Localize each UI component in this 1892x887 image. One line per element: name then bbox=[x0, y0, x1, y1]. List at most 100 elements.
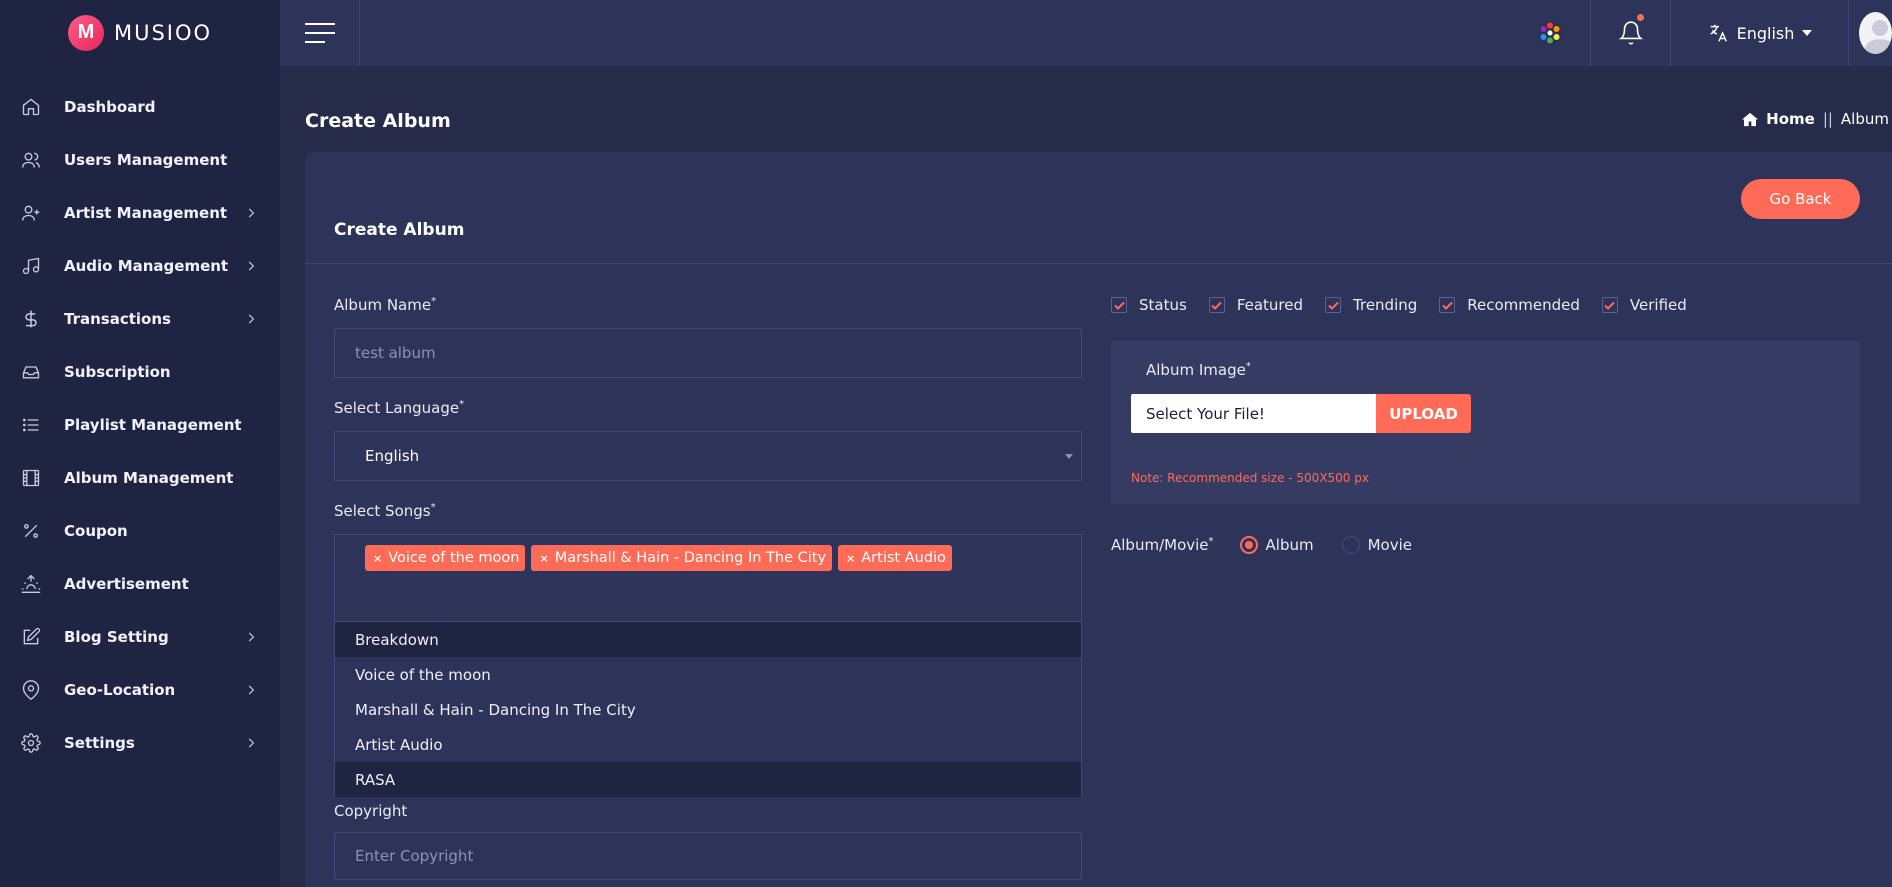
checkbox-box bbox=[1111, 297, 1127, 313]
go-back-button[interactable]: Go Back bbox=[1741, 179, 1860, 219]
sidebar-item-settings[interactable]: Settings bbox=[0, 716, 280, 769]
language-label: English bbox=[1736, 23, 1795, 43]
dropdown-option[interactable]: RASA bbox=[335, 762, 1081, 797]
songs-label-text: Select Songs bbox=[334, 502, 431, 520]
featured-checkbox[interactable]: Featured bbox=[1208, 296, 1303, 314]
language-select[interactable]: English bbox=[334, 431, 1082, 481]
list-icon bbox=[20, 414, 42, 436]
card-header: Create Album Go Back bbox=[305, 152, 1892, 264]
radio-label: Movie bbox=[1367, 536, 1412, 554]
user-menu[interactable] bbox=[1848, 0, 1892, 66]
chevron-right-icon bbox=[248, 261, 255, 270]
chevron-right-icon bbox=[248, 314, 255, 323]
hamburger-icon bbox=[304, 23, 335, 43]
upload-button[interactable]: UPLOAD bbox=[1376, 394, 1471, 433]
edit-icon bbox=[20, 626, 42, 648]
required-mark: * bbox=[1208, 536, 1214, 547]
flag-checkboxes: Status Featured Trending Recommended Ver… bbox=[1111, 296, 1709, 314]
chip-remove-icon[interactable]: × bbox=[846, 552, 855, 565]
sidebar-item-transactions[interactable]: Transactions bbox=[0, 292, 280, 345]
checkbox-label: Trending bbox=[1353, 296, 1418, 314]
dropdown-option[interactable]: Marshall & Hain - Dancing In The City bbox=[335, 692, 1081, 727]
sidebar-item-playlist-management[interactable]: Playlist Management bbox=[0, 398, 280, 451]
album-radio[interactable]: Album bbox=[1239, 536, 1314, 554]
chevron-right-icon bbox=[248, 738, 255, 747]
sidebar-item-users-management[interactable]: Users Management bbox=[0, 133, 280, 186]
topbar: English bbox=[280, 0, 1892, 66]
language-selector[interactable]: English bbox=[1670, 0, 1848, 66]
album-name-label-text: Album Name bbox=[334, 296, 432, 314]
album-movie-label: Album/Movie* bbox=[1111, 536, 1214, 554]
theme-color-button[interactable] bbox=[1510, 0, 1590, 66]
sidebar-item-label: Audio Management bbox=[64, 256, 229, 275]
checkbox-label: Verified bbox=[1629, 296, 1687, 314]
dropdown-option[interactable]: Voice of the moon bbox=[335, 657, 1081, 692]
song-chip-label: Artist Audio bbox=[861, 550, 946, 566]
album-movie-label-text: Album/Movie bbox=[1111, 536, 1209, 554]
radio-label: Album bbox=[1265, 536, 1314, 554]
album-name-input[interactable]: test album bbox=[334, 328, 1082, 378]
songs-dropdown: Breakdown Voice of the moon Marshall & H… bbox=[334, 621, 1082, 797]
status-checkbox[interactable]: Status bbox=[1111, 296, 1187, 314]
language-label-text: Select Language bbox=[334, 399, 460, 417]
recommended-checkbox[interactable]: Recommended bbox=[1439, 296, 1580, 314]
check-icon bbox=[1211, 301, 1223, 310]
gear-icon bbox=[20, 732, 42, 754]
sidebar-item-artist-management[interactable]: Artist Management bbox=[0, 186, 280, 239]
checkbox-box bbox=[1325, 297, 1342, 313]
sidebar-item-label: Transactions bbox=[64, 309, 171, 328]
sidebar-item-label: Dashboard bbox=[64, 97, 156, 116]
notifications-button[interactable] bbox=[1590, 0, 1670, 66]
chip-remove-icon[interactable]: × bbox=[373, 552, 382, 565]
menu-toggle-button[interactable] bbox=[280, 0, 360, 66]
brand-logo[interactable]: M MUSIOO bbox=[0, 0, 280, 65]
image-size-note: Note: Recommended size - 500X500 px bbox=[1131, 471, 1369, 485]
sidebar-item-advertisement[interactable]: Advertisement bbox=[0, 557, 280, 610]
sidebar-nav: Dashboard Users Management Artist Manage… bbox=[0, 65, 280, 769]
trending-checkbox[interactable]: Trending bbox=[1325, 296, 1417, 314]
song-chip-label: Marshall & Hain - Dancing In The City bbox=[554, 550, 827, 566]
sidebar-item-coupon[interactable]: Coupon bbox=[0, 504, 280, 557]
breadcrumb-current: Album bbox=[1840, 110, 1889, 128]
sidebar-item-label: Playlist Management bbox=[64, 415, 242, 434]
user-plus-icon bbox=[20, 202, 42, 224]
sidebar-item-label: Settings bbox=[64, 733, 135, 752]
album-image-file-input[interactable]: Select Your File! bbox=[1131, 394, 1376, 433]
dropdown-option[interactable]: Artist Audio bbox=[335, 727, 1081, 762]
movie-radio[interactable]: Movie bbox=[1341, 536, 1412, 554]
home-icon bbox=[20, 96, 42, 118]
dropdown-option[interactable]: Breakdown bbox=[335, 622, 1081, 657]
home-icon bbox=[1742, 112, 1759, 126]
percent-icon bbox=[20, 520, 42, 542]
sidebar-item-label: Artist Management bbox=[64, 203, 228, 222]
checkbox-label: Status bbox=[1139, 296, 1187, 314]
film-icon bbox=[20, 467, 42, 489]
required-mark: * bbox=[430, 502, 436, 513]
dollar-icon bbox=[20, 308, 42, 330]
sidebar-item-label: Advertisement bbox=[64, 574, 189, 593]
sidebar-item-geo-location[interactable]: Geo-Location bbox=[0, 663, 280, 716]
album-image-label: Album Image* bbox=[1146, 361, 1251, 379]
breadcrumb-home-link[interactable]: Home bbox=[1766, 110, 1815, 128]
sidebar-item-subscription[interactable]: Subscription bbox=[0, 345, 280, 398]
chevron-right-icon bbox=[248, 632, 255, 641]
chevron-right-icon bbox=[248, 685, 255, 694]
language-select-value: English bbox=[365, 447, 420, 465]
copyright-input[interactable]: Enter Copyright bbox=[334, 832, 1082, 880]
sidebar-item-label: Coupon bbox=[64, 521, 128, 540]
album-image-label-text: Album Image bbox=[1146, 361, 1246, 379]
sidebar-item-audio-management[interactable]: Audio Management bbox=[0, 239, 280, 292]
songs-multiselect[interactable]: × Voice of the moon × Marshall & Hain - … bbox=[334, 534, 1082, 622]
caret-down-icon bbox=[1065, 454, 1073, 459]
song-chip: × Marshall & Hain - Dancing In The City bbox=[531, 545, 833, 571]
breadcrumb: Home || Album bbox=[1742, 110, 1889, 128]
sidebar-item-album-management[interactable]: Album Management bbox=[0, 451, 280, 504]
song-chip: × Artist Audio bbox=[838, 545, 952, 571]
sidebar-item-dashboard[interactable]: Dashboard bbox=[0, 80, 280, 133]
verified-checkbox[interactable]: Verified bbox=[1601, 296, 1687, 314]
sidebar-item-blog-setting[interactable]: Blog Setting bbox=[0, 610, 280, 663]
chip-remove-icon[interactable]: × bbox=[539, 552, 548, 565]
check-icon bbox=[1113, 301, 1125, 310]
sidebar-item-label: Blog Setting bbox=[64, 627, 169, 646]
notification-dot bbox=[1637, 14, 1644, 21]
